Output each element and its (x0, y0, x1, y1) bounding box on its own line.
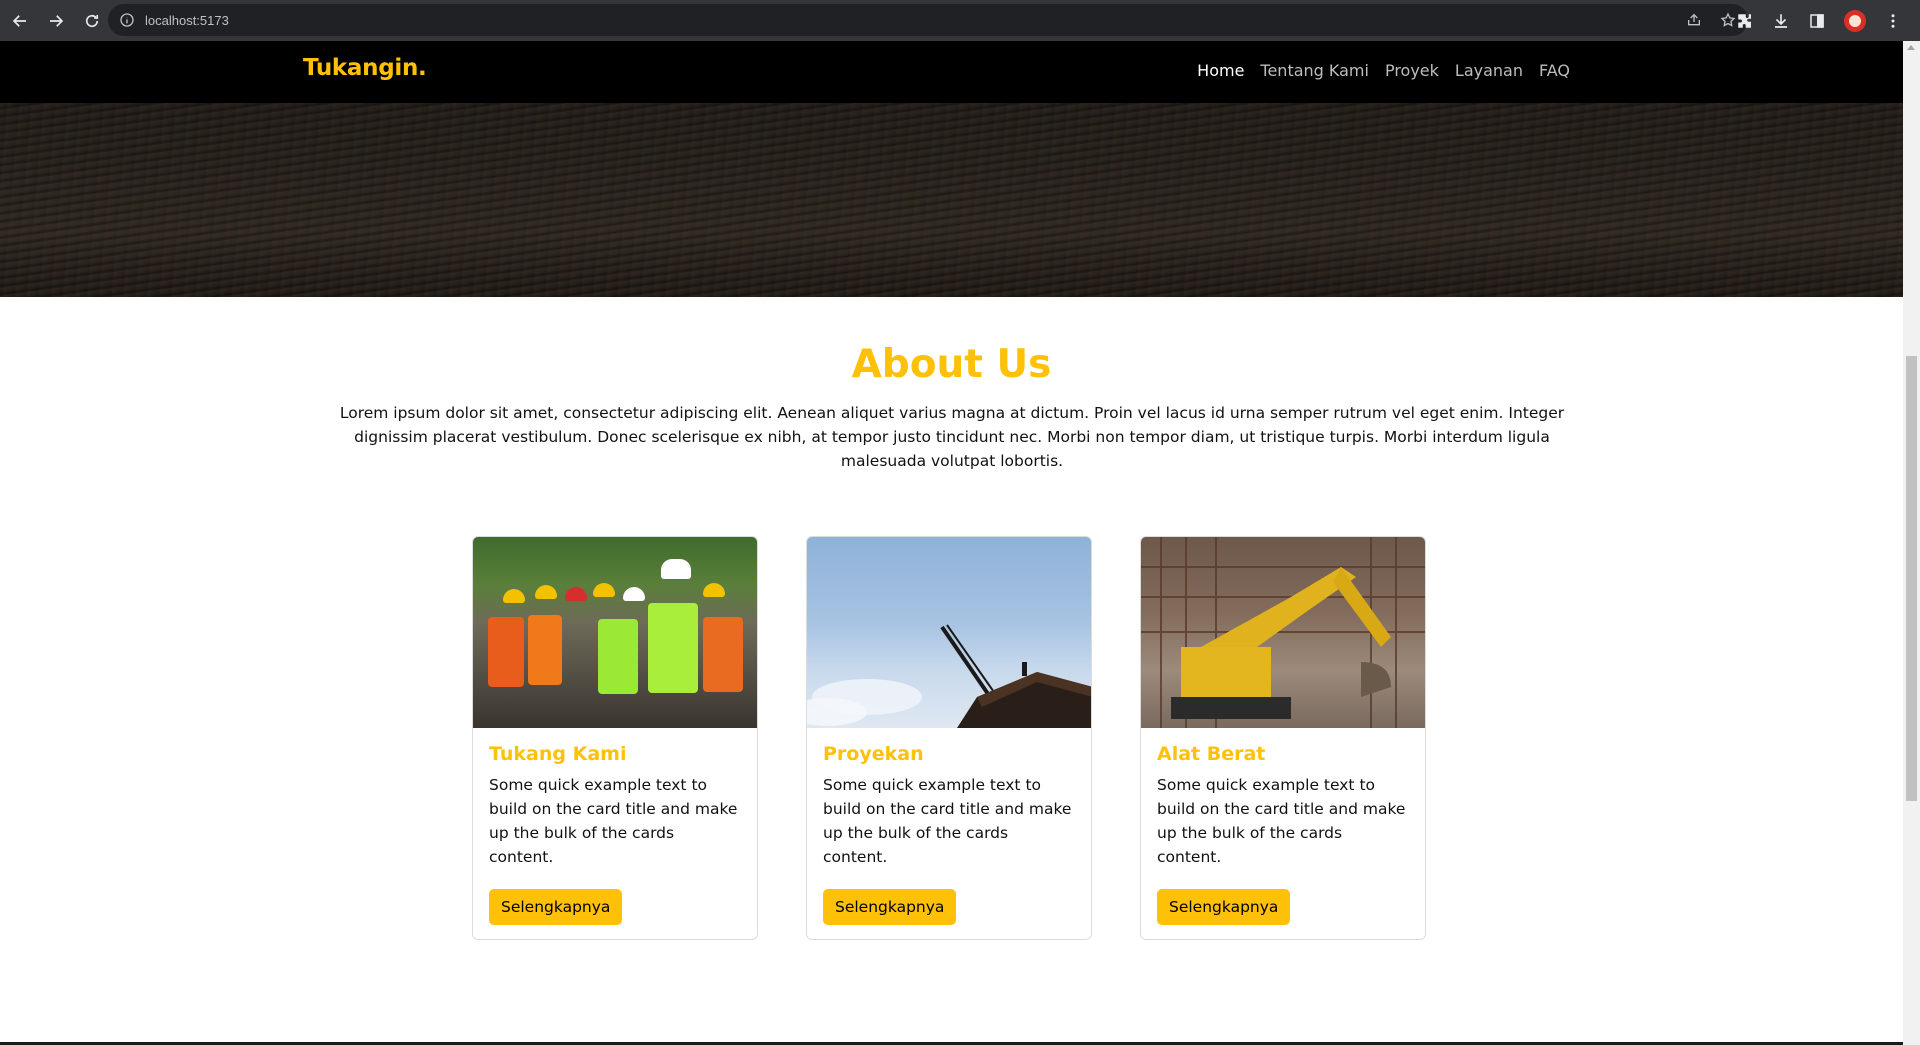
card-tukang-kami: Tukang Kami Some quick example text to b… (472, 536, 758, 940)
excavator-photo (1141, 537, 1425, 728)
card-alat-berat: Alat Berat Some quick example text to bu… (1140, 536, 1426, 940)
card-proyekan: Proyekan Some quick example text to buil… (806, 536, 1092, 940)
scroll-up-arrow-icon[interactable] (1907, 45, 1915, 50)
extensions-icon[interactable] (1736, 12, 1754, 30)
forward-icon[interactable] (40, 5, 72, 37)
menu-kebab-icon[interactable] (1884, 12, 1902, 30)
brand-logo[interactable]: Tukangin. (303, 55, 427, 81)
card-text: Some quick example text to build on the … (1157, 776, 1406, 866)
card-title: Proyekan (823, 743, 924, 765)
bookmark-star-icon[interactable] (1720, 12, 1736, 28)
card-title: Tukang Kami (489, 743, 627, 765)
download-icon[interactable] (1772, 12, 1790, 30)
profile-avatar[interactable] (1844, 9, 1866, 32)
site-info-icon[interactable] (119, 12, 135, 28)
nav-item-faq[interactable]: FAQ (1539, 61, 1570, 80)
nav-menu: Home Tentang Kami Proyek Layanan FAQ (1197, 61, 1570, 80)
construction-workers-photo (473, 537, 757, 728)
card-title: Alat Berat (1157, 743, 1266, 765)
share-icon[interactable] (1686, 12, 1702, 28)
about-description: Lorem ipsum dolor sit amet, consectetur … (339, 404, 1565, 470)
reload-icon[interactable] (76, 5, 108, 37)
site-navbar: Tukangin. Home Tentang Kami Proyek Layan… (0, 41, 1903, 103)
page-scrollbar[interactable] (1903, 41, 1920, 1045)
card-more-button[interactable]: Selengkapnya (1157, 889, 1291, 925)
card-more-button[interactable]: Selengkapnya (823, 889, 957, 925)
nav-item-layanan[interactable]: Layanan (1455, 61, 1523, 80)
browser-toolbar: localhost:5173 (0, 0, 1920, 41)
card-grid: Tukang Kami Some quick example text to b… (472, 536, 1426, 940)
card-more-button[interactable]: Selengkapnya (489, 889, 623, 925)
page-viewport: Tukangin. Home Tentang Kami Proyek Layan… (0, 41, 1903, 1045)
scrollbar-thumb[interactable] (1906, 356, 1917, 801)
nav-item-tentang-kami[interactable]: Tentang Kami (1260, 61, 1369, 80)
nav-item-proyek[interactable]: Proyek (1385, 61, 1439, 80)
crane-sky-photo (807, 537, 1091, 728)
card-text: Some quick example text to build on the … (823, 776, 1072, 866)
url-text[interactable]: localhost:5173 (145, 13, 229, 28)
card-text: Some quick example text to build on the … (489, 776, 738, 866)
address-bar[interactable]: localhost:5173 (108, 4, 1748, 36)
about-title: About Us (851, 342, 1052, 387)
back-icon[interactable] (4, 5, 36, 37)
side-panel-icon[interactable] (1808, 12, 1826, 30)
nav-item-home[interactable]: Home (1197, 61, 1244, 80)
